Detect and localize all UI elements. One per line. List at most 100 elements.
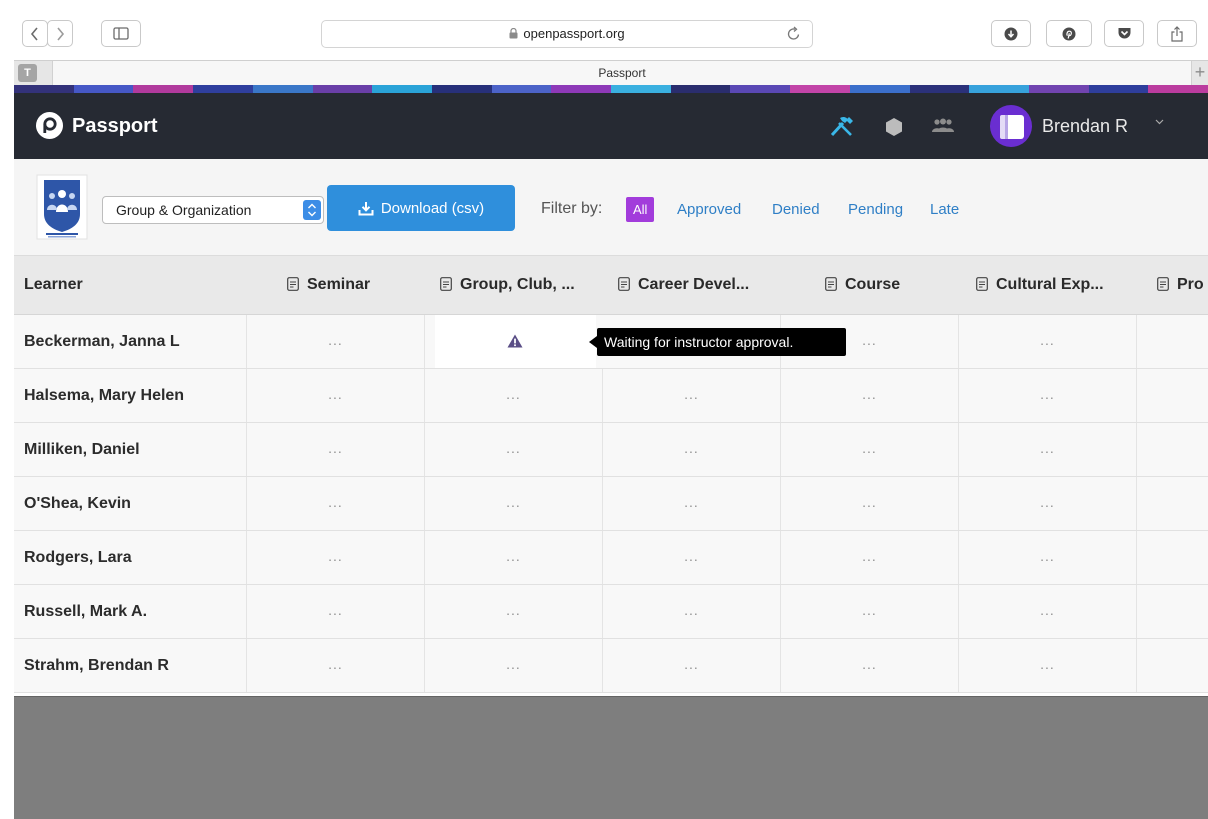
status-cell[interactable]: ...	[425, 639, 603, 692]
hexagon-icon[interactable]	[885, 117, 903, 137]
status-cell[interactable]: ...	[603, 531, 781, 584]
learner-name: Russell, Mark A.	[24, 603, 148, 620]
lock-icon	[509, 28, 518, 39]
learner-cell[interactable]: Halsema, Mary Helen	[14, 369, 247, 422]
status-cell[interactable]: ...	[959, 531, 1137, 584]
status-cell[interactable]: ...	[781, 531, 959, 584]
status-cell[interactable]: ...	[603, 369, 781, 422]
group-select[interactable]: Group & Organization	[102, 196, 324, 224]
column-pro[interactable]: Pro	[1157, 256, 1208, 314]
download-csv-button[interactable]: Download (csv)	[327, 185, 515, 231]
avatar[interactable]	[990, 105, 1032, 147]
status-cell[interactable]: ...	[247, 639, 425, 692]
learner-cell[interactable]: O'Shea, Kevin	[14, 477, 247, 530]
status-cell[interactable]: ...	[959, 585, 1137, 638]
status-cell[interactable]: ...	[603, 585, 781, 638]
status-cell[interactable]: ...	[247, 585, 425, 638]
status-cell[interactable]: ...	[247, 423, 425, 476]
column-course[interactable]: Course	[825, 256, 965, 314]
address-bar[interactable]: openpassport.org	[321, 20, 813, 48]
group-select-value: Group & Organization	[116, 202, 252, 218]
filter-pending[interactable]: Pending	[848, 201, 903, 219]
status-cell[interactable]: ...	[959, 369, 1137, 422]
column-pro-label: Pro	[1177, 276, 1204, 293]
status-dots: ...	[684, 494, 699, 510]
status-cell[interactable]	[1137, 423, 1208, 476]
filter-label: Filter by:	[541, 200, 603, 217]
learner-cell[interactable]: Russell, Mark A.	[14, 585, 247, 638]
status-cell[interactable]: ...	[425, 477, 603, 530]
status-cell[interactable]: ...	[247, 315, 425, 368]
status-cell[interactable]: ...	[603, 423, 781, 476]
status-cell[interactable]: ...	[781, 369, 959, 422]
learner-cell[interactable]: Rodgers, Lara	[14, 531, 247, 584]
status-cell[interactable]	[1137, 531, 1208, 584]
status-cell[interactable]	[1137, 477, 1208, 530]
status-cell[interactable]	[1137, 639, 1208, 692]
learner-cell[interactable]: Beckerman, Janna L	[14, 315, 247, 368]
chevron-down-icon[interactable]	[1155, 119, 1164, 125]
reload-icon[interactable]	[787, 26, 801, 41]
status-cell[interactable]: ...	[247, 531, 425, 584]
status-cell[interactable]: ...	[425, 369, 603, 422]
pinterest-button[interactable]	[1046, 20, 1092, 47]
status-cell[interactable]: ...	[959, 423, 1137, 476]
tab-passport[interactable]: Passport	[52, 61, 1192, 85]
column-seminar[interactable]: Seminar	[287, 256, 432, 314]
pocket-button[interactable]	[1104, 20, 1144, 47]
status-cell[interactable]: ...	[603, 477, 781, 530]
downloads-button[interactable]	[991, 20, 1031, 47]
passport-logo-icon[interactable]	[36, 112, 63, 139]
tools-icon[interactable]	[829, 115, 855, 137]
filter-denied[interactable]: Denied	[772, 201, 820, 219]
column-cultural-experience[interactable]: Cultural Exp...	[976, 256, 1146, 314]
column-career-development[interactable]: Career Devel...	[618, 256, 788, 314]
status-dots: ...	[862, 440, 877, 456]
document-icon	[825, 277, 837, 291]
status-cell[interactable]	[1137, 369, 1208, 422]
sidebar-button[interactable]	[101, 20, 141, 47]
status-cell[interactable]: ...	[959, 315, 1137, 368]
forward-button[interactable]	[47, 20, 73, 47]
url-value: openpassport.org	[523, 26, 625, 41]
status-cell[interactable]: ...	[781, 477, 959, 530]
column-group-club[interactable]: Group, Club, ...	[440, 256, 605, 314]
status-cell[interactable]: ...	[247, 369, 425, 422]
column-learner[interactable]: Learner	[24, 256, 234, 314]
status-cell[interactable]: ...	[425, 423, 603, 476]
status-cell[interactable]: ...	[959, 477, 1137, 530]
status-dots: ...	[506, 602, 521, 618]
filter-approved[interactable]: Approved	[677, 201, 741, 219]
table-row: Strahm, Brendan R ... ... ... ... ...	[14, 639, 1208, 693]
status-cell[interactable]: ...	[781, 423, 959, 476]
share-button[interactable]	[1157, 20, 1197, 47]
page-backdrop	[14, 697, 1208, 819]
filter-late[interactable]: Late	[930, 201, 959, 219]
back-button[interactable]	[22, 20, 48, 47]
chevron-left-icon	[30, 26, 38, 41]
status-cell[interactable]: ...	[603, 639, 781, 692]
status-dots: ...	[328, 656, 343, 672]
document-icon	[976, 277, 988, 291]
status-cell[interactable]	[1137, 585, 1208, 638]
brand-name[interactable]: Passport	[72, 114, 158, 138]
pocket-icon	[1118, 28, 1130, 39]
new-tab-button[interactable]: +	[1192, 61, 1208, 85]
filter-all[interactable]: All	[626, 197, 655, 222]
status-cell[interactable]: ...	[425, 585, 603, 638]
status-cell[interactable]: ...	[425, 531, 603, 584]
status-cell[interactable]: ...	[781, 585, 959, 638]
learner-name: Beckerman, Janna L	[24, 333, 180, 350]
color-stripe	[14, 85, 1208, 93]
status-cell-pending[interactable]	[435, 315, 596, 368]
group-icon[interactable]	[931, 118, 955, 134]
learner-cell[interactable]: Milliken, Daniel	[14, 423, 247, 476]
pinned-tab[interactable]: T	[18, 64, 37, 82]
status-cell[interactable]	[1137, 315, 1208, 368]
user-name[interactable]: Brendan R	[1042, 115, 1128, 137]
status-cell[interactable]: ...	[781, 639, 959, 692]
learner-cell[interactable]: Strahm, Brendan R	[14, 639, 247, 692]
table-row: Halsema, Mary Helen ... ... ... ... ...	[14, 369, 1208, 423]
status-cell[interactable]: ...	[959, 639, 1137, 692]
status-cell[interactable]: ...	[247, 477, 425, 530]
